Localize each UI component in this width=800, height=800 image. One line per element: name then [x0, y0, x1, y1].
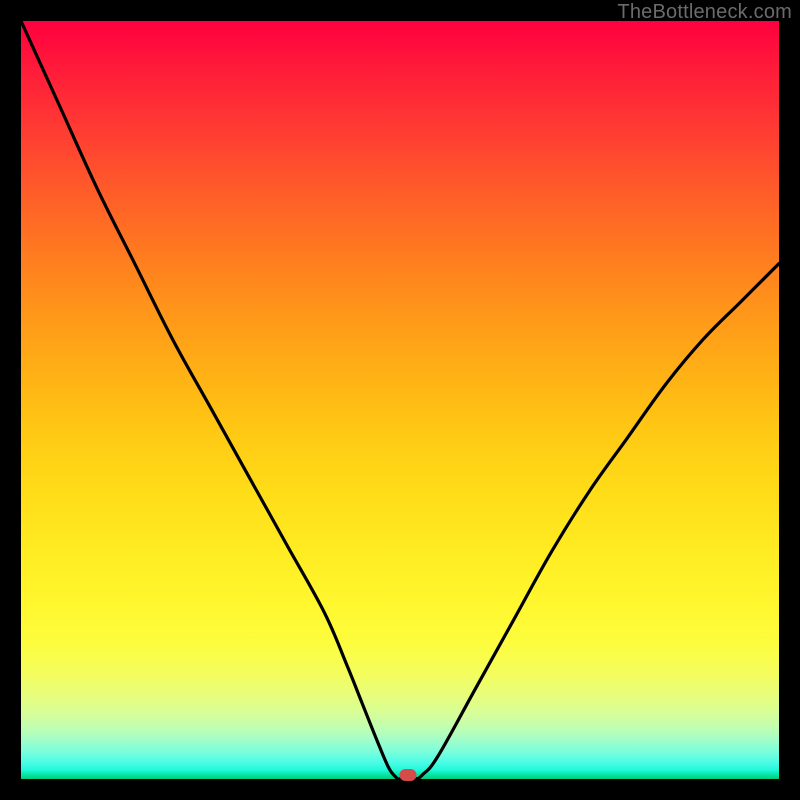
chart-frame: TheBottleneck.com — [0, 0, 800, 800]
optimum-marker — [399, 769, 416, 781]
watermark-text: TheBottleneck.com — [617, 1, 792, 24]
bottleneck-curve — [21, 21, 779, 779]
plot-area — [21, 21, 779, 779]
